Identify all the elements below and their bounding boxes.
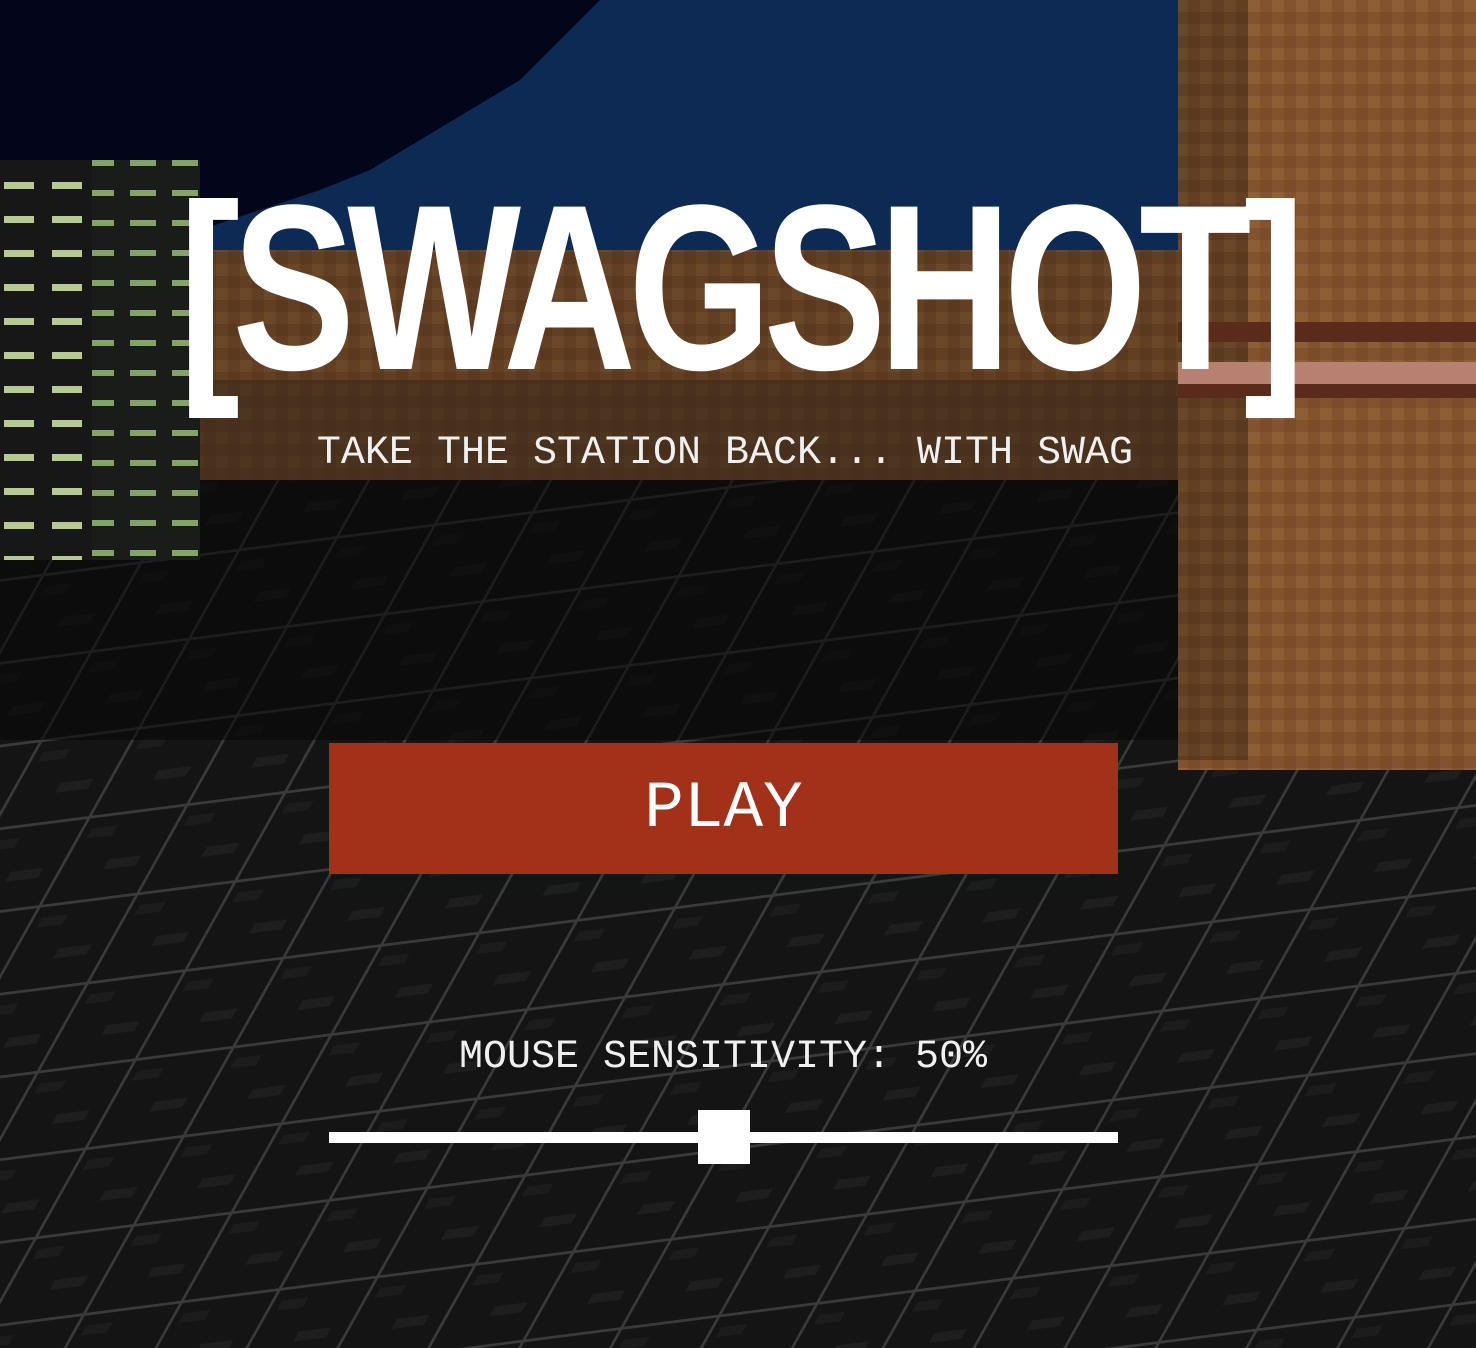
mouse-sensitivity-slider[interactable]: [329, 1108, 1118, 1166]
play-button[interactable]: PLAY: [329, 743, 1118, 874]
mouse-sensitivity-label: MOUSE SENSITIVITY: 50%: [458, 1035, 988, 1080]
main-menu: [SWAGSHOT] TAKE THE STATION BACK... WITH…: [0, 0, 1476, 1348]
game-screen: [SWAGSHOT] TAKE THE STATION BACK... WITH…: [0, 0, 1476, 1348]
game-tagline: TAKE THE STATION BACK... WITH SWAG: [316, 431, 1134, 476]
slider-thumb[interactable]: [697, 1110, 750, 1164]
game-title: [SWAGSHOT]: [178, 156, 1305, 420]
